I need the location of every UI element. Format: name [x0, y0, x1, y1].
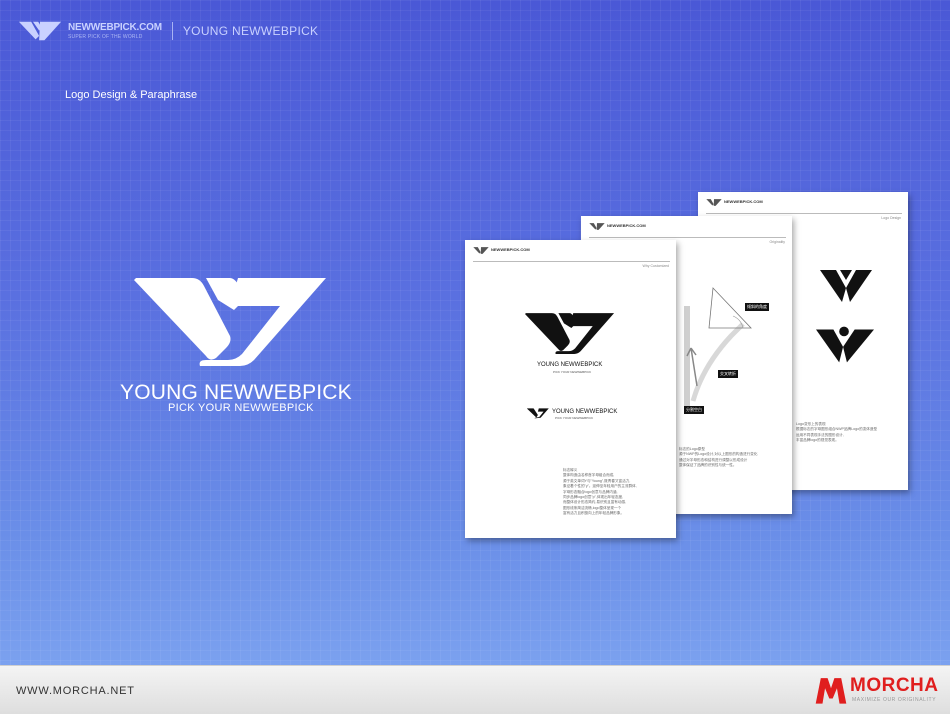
annotation-space: 分割空白: [684, 406, 704, 414]
sheet-brand: NEWWEBPICK.COM: [724, 199, 763, 204]
morcha-logo-icon: [815, 678, 847, 704]
description-line: 象征着个性的"y"。延伸至年轻用户的主流群体,: [563, 484, 637, 489]
brand-site: NEWWEBPICK.COM: [68, 21, 162, 33]
sheet-header-rule: [473, 261, 670, 262]
construction-diagram: [684, 287, 752, 406]
annotation-cross: 交叉转折: [718, 370, 738, 378]
logo-variant-1-icon: [820, 270, 872, 302]
horizontal-logo-icon: [527, 408, 549, 419]
sheet-logo-icon: [706, 199, 722, 206]
primary-logo-icon: [525, 313, 615, 354]
horizontal-logo-name: YOUNG NEWWEBPICK: [552, 409, 618, 415]
logo-variant-2-icon: [816, 326, 874, 363]
top-header: NEWWEBPICK.COM SUPER PICK OF THE WORLD Y…: [18, 16, 318, 46]
brand-wordmark: NEWWEBPICK.COM SUPER PICK OF THE WORLD: [68, 21, 162, 40]
primary-logo-tagline: PICK YOUR NEWWEBPICK: [553, 370, 592, 374]
section-title: Logo Design & Paraphrase: [65, 89, 198, 101]
footer-url-link[interactable]: WWW.MORCHA.NET: [16, 685, 135, 697]
brand-name: YOUNG NEWWEBPICK: [182, 24, 319, 38]
annotation-angle: 倾斜的角度: [745, 303, 769, 311]
large-logo-icon: [134, 278, 326, 366]
description-line: 富有活力且积极向上的年轻品牌形象。: [563, 511, 625, 516]
sheet-label: Logo Design: [881, 216, 901, 220]
brand-logo-icon: [18, 21, 62, 41]
sheet-logo-icon: [589, 223, 605, 230]
sheet-description: 标志的Logo原型 源于NWP的Logo设计,对以上图形的构造进行变化 通过对字…: [679, 447, 757, 469]
description-line: 整体保证了品牌的识别性与统一性。: [679, 463, 737, 468]
description-line: 丰富品牌logo的视觉表现。: [796, 438, 839, 443]
horizontal-logo-tagline: PICK YOUR NEWWEBPICK: [555, 416, 594, 420]
sheet-brand: NEWWEBPICK.COM: [607, 223, 646, 228]
brand-tagline: SUPER PICK OF THE WORLD: [68, 33, 143, 40]
presentation-slide: NEWWEBPICK.COM SUPER PICK OF THE WORLD Y…: [0, 0, 950, 665]
sheet-label: Why Customized: [642, 264, 669, 268]
footer-tagline: MAXIMIZE OUR ORIGINALITY: [852, 697, 937, 703]
sheet-header-rule: [706, 213, 902, 214]
footer-bar: WWW.MORCHA.NET MORCHA MAXIMIZE OUR ORIGI…: [0, 665, 950, 714]
sheet-label: Originality: [769, 240, 785, 244]
sheet-brand: NEWWEBPICK.COM: [491, 247, 530, 252]
header-divider: [171, 22, 173, 40]
sheet-header-rule: [589, 237, 786, 238]
document-sheet-front: NEWWEBPICK.COM Why Customized YOUNG NEWW…: [465, 240, 676, 538]
showcase-tagline: PICK YOUR NEWWEBPICK: [168, 402, 314, 414]
sheet-logo-icon: [473, 247, 489, 254]
primary-logo-name: YOUNG NEWWEBPICK: [537, 362, 603, 368]
footer-brand: MORCHA: [850, 675, 939, 696]
sheet-description: 标志释义 整体构造由名称首字母组合而成, 源于英文单词Y与"Young",既青春…: [563, 468, 637, 517]
sheet-description: Logo变形上的表现 根据标志的字母图形组合NWP品牌Logo的变体造型 运用不…: [796, 422, 877, 444]
